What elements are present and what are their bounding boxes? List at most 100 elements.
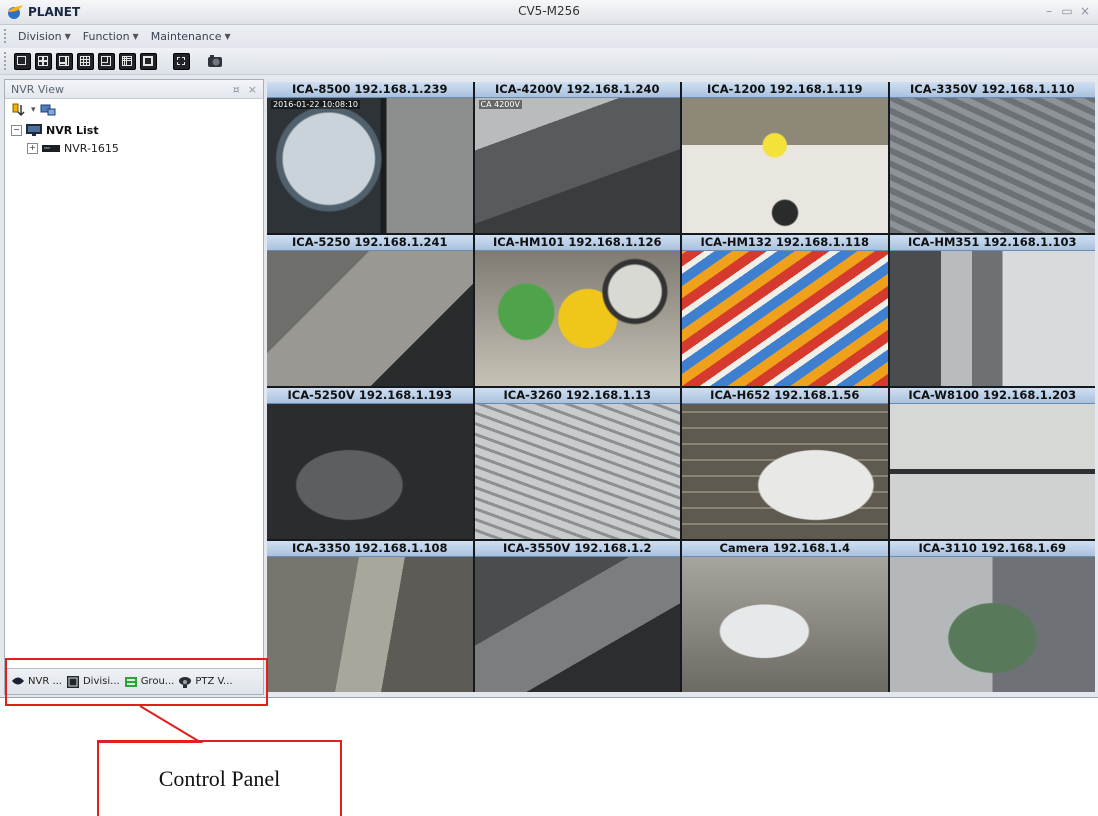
control-panel-highlight xyxy=(5,658,268,706)
connect-icon[interactable] xyxy=(40,102,56,118)
camera-feed xyxy=(474,557,680,692)
layout-3x3-button[interactable] xyxy=(77,52,94,70)
camera-tile[interactable]: ICA-W8100 192.168.1.203 xyxy=(889,388,1095,539)
camera-label: ICA-3350 192.168.1.108 xyxy=(267,541,473,557)
camera-label: ICA-3550V 192.168.1.2 xyxy=(474,541,680,557)
camera-label: ICA-W8100 192.168.1.203 xyxy=(889,388,1095,404)
close-icon[interactable]: × xyxy=(1076,2,1094,20)
camera-feed xyxy=(889,251,1095,386)
nvr-tree: − NVR List + NVR-1615 xyxy=(5,121,263,157)
tree-item-nvr[interactable]: + NVR-1615 xyxy=(11,139,263,157)
camera-feed xyxy=(267,98,473,233)
camera-feed xyxy=(267,557,473,692)
minimize-icon[interactable]: – xyxy=(1040,2,1058,20)
camera-tile[interactable]: ICA-5250 192.168.1.241 xyxy=(267,235,473,386)
maximize-icon[interactable]: ▭ xyxy=(1058,2,1076,20)
camera-feed xyxy=(267,404,473,539)
camera-tile[interactable]: ICA-3550V 192.168.1.2 xyxy=(474,541,680,692)
camera-tile[interactable]: Camera 192.168.1.4 xyxy=(682,541,888,692)
close-panel-icon[interactable]: × xyxy=(248,83,257,96)
camera-tile[interactable]: ICA-3260 192.168.1.13 xyxy=(474,388,680,539)
layout-1plus5-button[interactable] xyxy=(56,52,73,70)
app-window: PLANET CV5-M256 – ▭ × Division ▼ Functio… xyxy=(0,0,1098,698)
panel-toolbar: ▾ xyxy=(5,99,263,121)
camera-feed xyxy=(474,404,680,539)
camera-tile[interactable]: ICA-H652 192.168.1.56 xyxy=(682,388,888,539)
menu-function[interactable]: Function ▼ xyxy=(77,30,145,43)
title-bar: PLANET CV5-M256 – ▭ × xyxy=(0,0,1098,25)
chevron-down-icon: ▼ xyxy=(132,31,139,41)
camera-label: ICA-5250 192.168.1.241 xyxy=(267,235,473,251)
camera-tile[interactable]: ICA-5250V 192.168.1.193 xyxy=(267,388,473,539)
menu-division[interactable]: Division ▼ xyxy=(12,30,77,43)
camera-feed xyxy=(474,251,680,386)
camera-tile[interactable]: ICA-3350 192.168.1.108 xyxy=(267,541,473,692)
camera-feed xyxy=(682,404,888,539)
menu-maintenance-label: Maintenance xyxy=(150,29,222,43)
camera-label: ICA-HM101 192.168.1.126 xyxy=(474,235,680,251)
camera-osd: 2016-01-22 10:08:10 xyxy=(271,100,360,109)
camera-feed xyxy=(889,404,1095,539)
camera-tile[interactable]: ICA-3350V 192.168.1.110 xyxy=(889,82,1095,233)
panel-title: NVR View xyxy=(11,82,64,96)
camera-tile[interactable]: ICA-HM132 192.168.1.118 xyxy=(682,235,888,386)
callout-label-box: Control Panel xyxy=(97,740,342,816)
menu-grip[interactable] xyxy=(4,29,12,43)
camera-feed xyxy=(889,557,1095,692)
camera-label: ICA-3260 192.168.1.13 xyxy=(474,388,680,404)
camera-feed xyxy=(889,98,1095,233)
layout-1x1-button[interactable] xyxy=(14,52,31,70)
panel-header: NVR View ¤ × xyxy=(5,80,263,99)
menu-maintenance[interactable]: Maintenance ▼ xyxy=(145,30,237,43)
camera-label: ICA-3350V 192.168.1.110 xyxy=(889,82,1095,98)
camera-tile[interactable]: ICA-HM351 192.168.1.103 xyxy=(889,235,1095,386)
camera-label: ICA-4200V 192.168.1.240 xyxy=(474,82,680,98)
menu-function-label: Function xyxy=(82,29,130,43)
camera-tile[interactable]: ICA-4200V 192.168.1.240 CA 4200V xyxy=(474,82,680,233)
camera-label: ICA-HM351 192.168.1.103 xyxy=(889,235,1095,251)
chevron-down-icon: ▼ xyxy=(224,31,231,41)
camera-label: ICA-8500 192.168.1.239 xyxy=(267,82,473,98)
layout-2x2-button[interactable] xyxy=(35,52,52,70)
camera-feed xyxy=(267,251,473,386)
camera-grid: ICA-8500 192.168.1.239 2016-01-22 10:08:… xyxy=(267,82,1095,692)
camera-tile[interactable]: ICA-8500 192.168.1.239 2016-01-22 10:08:… xyxy=(267,82,473,233)
menu-bar: Division ▼ Function ▼ Maintenance ▼ xyxy=(0,25,1098,47)
camera-tile[interactable]: ICA-HM101 192.168.1.126 xyxy=(474,235,680,386)
camera-tile[interactable]: ICA-1200 192.168.1.119 xyxy=(682,82,888,233)
dropdown-icon[interactable]: ▾ xyxy=(31,105,36,115)
camera-feed xyxy=(682,251,888,386)
camera-label: ICA-5250V 192.168.1.193 xyxy=(267,388,473,404)
menu-division-label: Division xyxy=(18,29,62,43)
snapshot-camera-icon[interactable] xyxy=(206,53,224,69)
layout-1plus7-button[interactable] xyxy=(98,52,115,70)
nvr-view-panel: NVR View ¤ × ▾ − NVR List + NVR-1615 NVR… xyxy=(4,79,264,695)
camera-osd: CA 4200V xyxy=(478,100,522,109)
tree-root-label: NVR List xyxy=(46,123,99,137)
camera-label: Camera 192.168.1.4 xyxy=(682,541,888,557)
camera-feed xyxy=(474,98,680,233)
camera-label: ICA-H652 192.168.1.56 xyxy=(682,388,888,404)
camera-tile[interactable]: ICA-3110 192.168.1.69 xyxy=(889,541,1095,692)
chevron-down-icon: ▼ xyxy=(64,31,71,41)
expand-icon[interactable]: + xyxy=(27,142,38,154)
layout-4x4-button[interactable] xyxy=(119,52,136,70)
toolbar-grip[interactable] xyxy=(4,52,10,70)
camera-label: ICA-1200 192.168.1.119 xyxy=(682,82,888,98)
window-title: CV5-M256 xyxy=(518,4,580,18)
fullscreen-button[interactable] xyxy=(173,52,190,70)
pin-icon[interactable]: ¤ xyxy=(233,83,240,96)
tree-item-label: NVR-1615 xyxy=(64,141,119,155)
camera-feed xyxy=(682,557,888,692)
camera-label: ICA-3110 192.168.1.69 xyxy=(889,541,1095,557)
callout-label: Control Panel xyxy=(158,766,281,791)
camera-label: ICA-HM132 192.168.1.118 xyxy=(682,235,888,251)
tree-root-nvr-list[interactable]: − NVR List xyxy=(11,121,263,139)
toolbar xyxy=(0,48,1098,75)
collapse-icon[interactable]: − xyxy=(11,124,22,136)
monitor-icon xyxy=(26,124,42,136)
sort-icon[interactable] xyxy=(11,102,27,118)
nvr-device-icon xyxy=(42,145,60,152)
camera-feed xyxy=(682,98,888,233)
layout-1plus12-button[interactable] xyxy=(140,52,157,70)
